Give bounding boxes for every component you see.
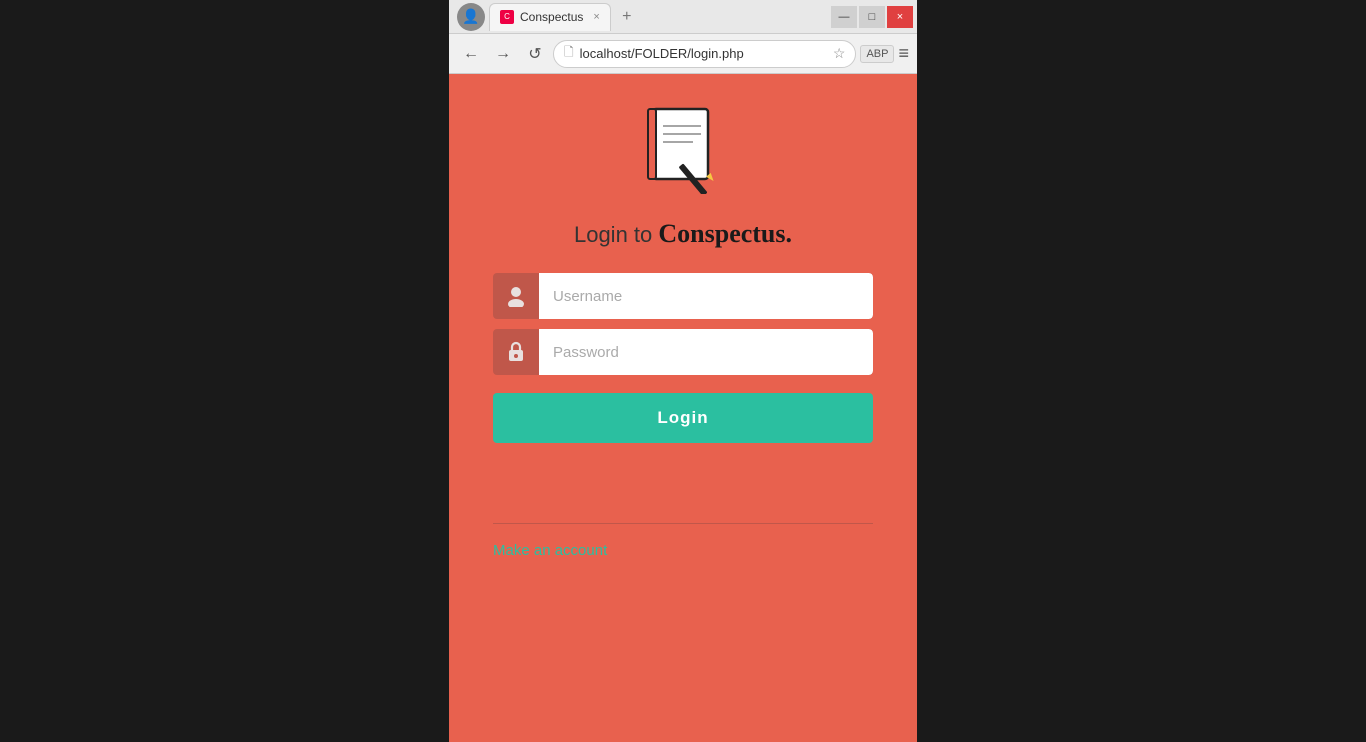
tab-favicon: C (500, 10, 514, 24)
login-prefix: Login to (574, 222, 658, 247)
window-controls: — □ × (831, 6, 917, 28)
divider-section: Make an account (493, 523, 873, 560)
title-bar: 👤 C Conspectus × + — □ × (449, 0, 917, 34)
username-input[interactable] (539, 273, 873, 319)
login-form: Login (493, 273, 873, 443)
user-icon: 👤 (462, 8, 479, 25)
browser-tab[interactable]: C Conspectus × (489, 3, 611, 31)
browser-window: 👤 C Conspectus × + — □ × ← → ↺ 🗋 localho… (449, 0, 917, 742)
app-name: Conspectus. (658, 219, 792, 248)
maximize-button[interactable]: □ (859, 6, 885, 28)
tab-close-button[interactable]: × (593, 11, 599, 23)
login-heading: Login to Conspectus. (574, 219, 792, 249)
bookmark-button[interactable]: ☆ (833, 45, 846, 62)
nav-bar: ← → ↺ 🗋 localhost/FOLDER/login.php ☆ ABP… (449, 34, 917, 74)
tab-title: Conspectus (520, 10, 583, 24)
address-bar[interactable]: 🗋 localhost/FOLDER/login.php ☆ (553, 40, 856, 68)
close-button[interactable]: × (887, 6, 913, 28)
minimize-button[interactable]: — (831, 6, 857, 28)
password-input[interactable] (539, 329, 873, 375)
address-page-icon: 🗋 (564, 43, 574, 64)
forward-button[interactable]: → (489, 40, 517, 68)
username-input-group (493, 273, 873, 319)
password-input-group (493, 329, 873, 375)
new-tab-button[interactable]: + (615, 5, 639, 29)
make-account-link[interactable]: Make an account (493, 542, 607, 559)
user-icon-btn[interactable]: 👤 (457, 3, 485, 31)
page-content: Login to Conspectus. (449, 74, 917, 742)
back-button[interactable]: ← (457, 40, 485, 68)
browser-menu-button[interactable]: ≡ (898, 43, 909, 64)
reload-button[interactable]: ↺ (521, 40, 549, 68)
title-bar-left: 👤 C Conspectus × + (449, 3, 831, 31)
notebook-logo (643, 104, 723, 194)
url-text: localhost/FOLDER/login.php (580, 46, 827, 61)
abp-button[interactable]: ABP (860, 45, 894, 63)
logo-container (643, 104, 723, 199)
login-button[interactable]: Login (493, 393, 873, 443)
user-field-icon (493, 273, 539, 319)
lock-field-icon (493, 329, 539, 375)
